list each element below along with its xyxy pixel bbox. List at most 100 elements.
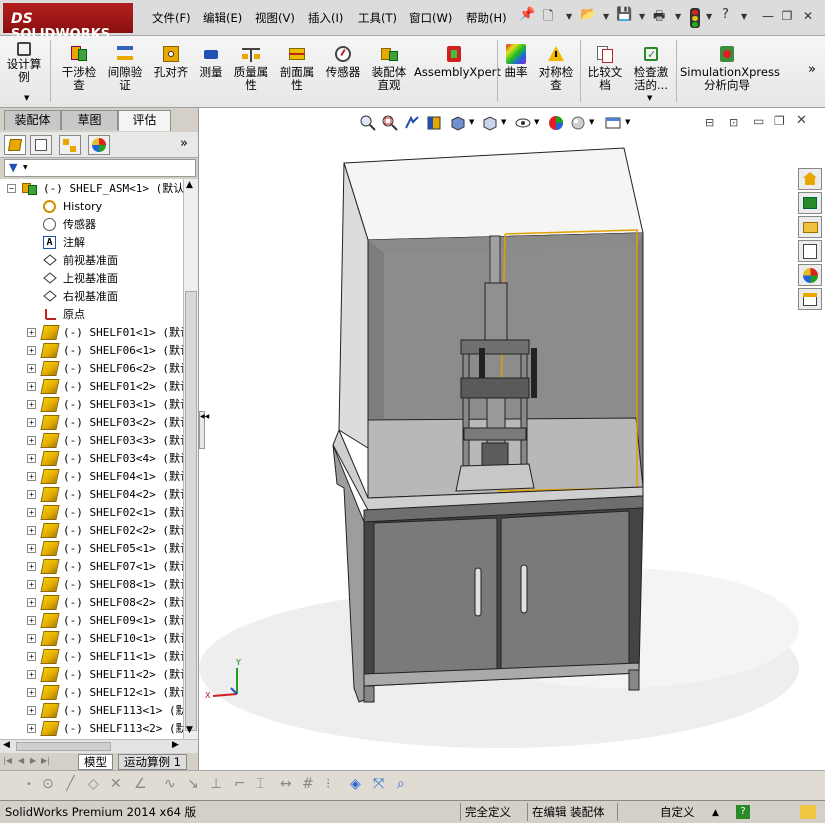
tree-part-row[interactable]: + (-) SHELF07<1> (默认 bbox=[0, 558, 191, 576]
check-active-documents-button[interactable]: ✓ 检查激 活的... bbox=[630, 38, 672, 92]
tree-scroll-thumb[interactable] bbox=[185, 291, 197, 731]
expand-toggle-icon[interactable]: + bbox=[27, 616, 36, 625]
assemblyxpert-button[interactable]: AssemblyXpert bbox=[414, 38, 501, 79]
measure-small-icon[interactable]: ⌕ bbox=[397, 776, 405, 792]
propertymanager-icon[interactable] bbox=[30, 135, 52, 155]
collapse-toggle-icon[interactable]: − bbox=[7, 184, 16, 193]
pushpin-icon[interactable]: 📌 bbox=[519, 7, 535, 27]
measure-button[interactable]: 测量 bbox=[195, 38, 227, 79]
displaymanager-icon[interactable] bbox=[88, 135, 110, 155]
help-status-icon[interactable]: ? bbox=[736, 805, 750, 819]
expand-toggle-icon[interactable]: + bbox=[27, 598, 36, 607]
custom-properties-icon[interactable] bbox=[798, 288, 822, 310]
rebuild-traffic-light-icon[interactable] bbox=[690, 8, 700, 28]
tree-item[interactable]: 上视基准面 bbox=[0, 270, 183, 288]
tooltip-status-icon[interactable] bbox=[800, 805, 816, 819]
print-dropdown-icon[interactable]: ▼ bbox=[675, 12, 681, 32]
tree-part-row[interactable]: + (-) SHELF06<1> (默认 bbox=[0, 342, 191, 360]
expand-toggle-icon[interactable]: + bbox=[27, 652, 36, 661]
tree-part-row[interactable]: + (-) SHELF113<1> (默认 bbox=[0, 702, 198, 720]
panel-collapse-handle[interactable]: ◀◀ bbox=[199, 411, 209, 449]
tree-part-row[interactable]: + (-) SHELF05<1> (默认 bbox=[0, 540, 191, 558]
tree-item[interactable]: 原点 bbox=[0, 306, 183, 324]
dimension-icon[interactable]: ⌶ bbox=[256, 776, 264, 792]
tree-part-row[interactable]: + (-) SHELF01<2> (默认 bbox=[0, 378, 191, 396]
expand-toggle-icon[interactable]: + bbox=[27, 526, 36, 535]
assembly-3d-model[interactable] bbox=[199, 108, 825, 770]
cube-view-icon[interactable]: ◈ bbox=[350, 776, 361, 792]
save-icon[interactable]: 💾 bbox=[616, 7, 632, 27]
expand-toggle-icon[interactable]: + bbox=[27, 706, 36, 715]
print-icon[interactable]: 🖶 bbox=[653, 7, 665, 27]
menu-view[interactable]: 视图(V) bbox=[255, 10, 295, 26]
tree-part-row[interactable]: + (-) SHELF04<2> (默认 bbox=[0, 486, 191, 504]
tree-vertical-scrollbar[interactable]: ▲ ▼ bbox=[183, 179, 198, 739]
tree-part-row[interactable]: + (-) SHELF113<2> (默认 bbox=[0, 720, 198, 738]
tree-part-row[interactable]: + (-) SHELF09<1> (默认 bbox=[0, 612, 191, 630]
design-study-dropdown-icon[interactable]: ▼ bbox=[24, 94, 29, 102]
new-document-icon[interactable]: 🗋 bbox=[543, 7, 553, 27]
menu-tools[interactable]: 工具(T) bbox=[358, 10, 397, 26]
new-dropdown-icon[interactable]: ▼ bbox=[566, 12, 572, 32]
tree-part-row[interactable]: + (-) SHELF02<2> (默认 bbox=[0, 522, 191, 540]
clearance-verification-button[interactable]: 间隙验 证 bbox=[104, 38, 146, 92]
design-study-button[interactable]: 设计算 例 bbox=[6, 38, 42, 84]
tree-part-row[interactable]: + (-) SHELF01<1> (默认 bbox=[0, 324, 191, 342]
design-library-icon[interactable] bbox=[798, 192, 822, 214]
grid-icon[interactable]: # bbox=[302, 776, 314, 792]
tree-part-row[interactable]: + (-) SHELF11<2> (默认 bbox=[0, 666, 191, 684]
open-folder-icon[interactable]: 📂 bbox=[580, 7, 596, 27]
scroll-right-arrow-icon[interactable]: ▶ bbox=[172, 740, 179, 750]
tree-part-row[interactable]: + (-) SHELF03<4> (默认 bbox=[0, 450, 191, 468]
menu-edit[interactable]: 编辑(E) bbox=[203, 10, 242, 26]
configurationmanager-icon[interactable] bbox=[59, 135, 81, 155]
panel-expand-chevron-icon[interactable]: » bbox=[180, 136, 188, 151]
horizontal-dimension-icon[interactable]: ↔ bbox=[280, 776, 292, 792]
compare-documents-button[interactable]: 比较文 档 bbox=[584, 38, 626, 92]
sensor-button[interactable]: 传感器 bbox=[323, 38, 363, 79]
tree-item[interactable]: A 注解 bbox=[0, 234, 183, 252]
corner-icon[interactable]: ⌐ bbox=[234, 776, 246, 792]
expand-toggle-icon[interactable]: + bbox=[27, 544, 36, 553]
tree-part-row[interactable]: + (-) SHELF11<1> (默认 bbox=[0, 648, 191, 666]
pattern-icon[interactable]: ⁝ bbox=[326, 776, 330, 792]
ribbon-more-chevron-icon[interactable]: » bbox=[808, 62, 816, 77]
expand-toggle-icon[interactable]: + bbox=[27, 472, 36, 481]
tree-part-row[interactable]: + (-) SHELF12<1> (默认 bbox=[0, 684, 191, 702]
solidworks-logo[interactable]: DS SOLIDWORKS bbox=[3, 3, 133, 42]
expand-toggle-icon[interactable]: + bbox=[27, 436, 36, 445]
tree-part-row[interactable]: + (-) SHELF08<2> (默认 bbox=[0, 594, 191, 612]
filter-dropdown-icon[interactable]: ▼ bbox=[23, 164, 28, 171]
expand-toggle-icon[interactable]: + bbox=[27, 670, 36, 679]
expand-toggle-icon[interactable]: + bbox=[27, 418, 36, 427]
expand-toggle-icon[interactable]: + bbox=[27, 364, 36, 373]
close-window-icon[interactable]: ✕ bbox=[800, 8, 816, 24]
expand-toggle-icon[interactable]: + bbox=[27, 400, 36, 409]
hole-alignment-button[interactable]: 孔对齐 bbox=[151, 38, 191, 79]
symmetry-check-button[interactable]: 对称检 查 bbox=[535, 38, 577, 92]
curvature-button[interactable]: 曲率 bbox=[501, 38, 531, 79]
expand-toggle-icon[interactable]: + bbox=[27, 382, 36, 391]
expand-toggle-icon[interactable]: + bbox=[27, 490, 36, 499]
graphics-area[interactable]: ▼ ▼ ▼ ▼ ▼ ⊟ ⊡ ▭ ❐ ✕ Y X ◀◀ bbox=[198, 108, 825, 770]
expand-toggle-icon[interactable]: + bbox=[27, 346, 36, 355]
menu-file[interactable]: 文件(F) bbox=[152, 10, 191, 26]
units-selector[interactable]: 自定义 bbox=[660, 804, 695, 821]
simulationxpress-button[interactable]: SimulationXpress 分析向导 bbox=[680, 38, 780, 92]
help-dropdown-icon[interactable]: ▼ bbox=[741, 12, 747, 32]
tree-part-row[interactable]: + (-) SHELF03<1> (默认 bbox=[0, 396, 191, 414]
tree-item[interactable]: 传感器 bbox=[0, 216, 183, 234]
tree-part-row[interactable]: + (-) SHELF02<1> (默认 bbox=[0, 504, 191, 522]
tree-horizontal-scrollbar[interactable]: ◀ ▶ bbox=[0, 739, 198, 753]
scroll-down-arrow-icon[interactable]: ▼ bbox=[186, 725, 193, 735]
scroll-left-arrow-icon[interactable]: ◀ bbox=[3, 740, 10, 750]
circle-icon[interactable]: ⊙ bbox=[42, 776, 54, 792]
tree-item[interactable]: 右视基准面 bbox=[0, 288, 183, 306]
menu-help[interactable]: 帮助(H) bbox=[466, 10, 507, 26]
file-explorer-icon[interactable] bbox=[798, 216, 822, 238]
expand-toggle-icon[interactable]: + bbox=[27, 562, 36, 571]
expand-toggle-icon[interactable]: + bbox=[27, 508, 36, 517]
tree-root-assembly[interactable]: − (-) SHELF_ASM<1> (默认< bbox=[0, 180, 191, 198]
tree-hscroll-thumb[interactable] bbox=[16, 742, 111, 751]
expand-toggle-icon[interactable]: + bbox=[27, 580, 36, 589]
